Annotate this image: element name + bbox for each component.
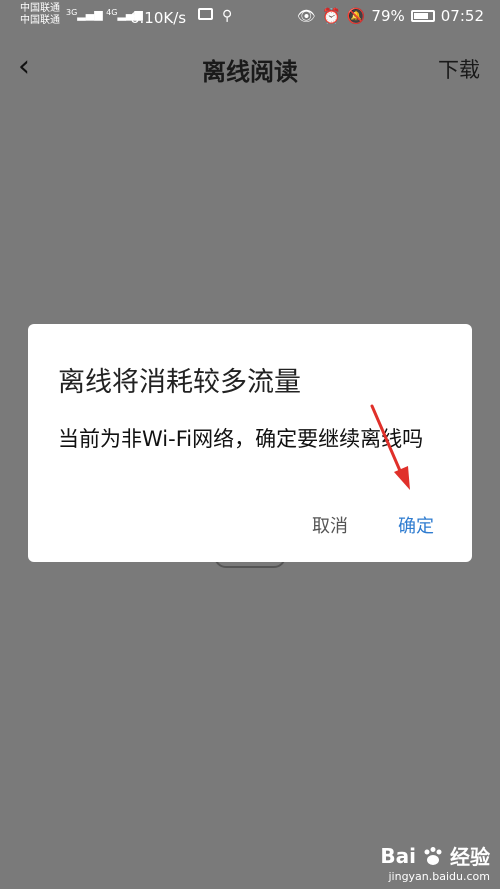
sync-icon: ⚲ xyxy=(222,8,233,24)
confirm-button[interactable]: 确定 xyxy=(398,512,434,538)
carrier-1: 中国联通 xyxy=(20,3,60,14)
paw-icon xyxy=(424,846,442,865)
network-2: 4G xyxy=(106,8,118,17)
mute-icon: 🔕 xyxy=(346,7,366,25)
battery-percent: 79% xyxy=(371,7,405,25)
watermark-brand-text: Bai xyxy=(380,843,416,868)
watermark-suffix: 经验 xyxy=(450,845,490,869)
page-title: 离线阅读 xyxy=(202,58,298,86)
title-bar: ‹ 离线阅读 下载 xyxy=(0,36,500,100)
briefcase-icon xyxy=(198,8,213,20)
carrier-2: 中国联通 xyxy=(20,15,60,26)
battery-icon xyxy=(410,10,435,22)
watermark-brand: Bai 经验 xyxy=(380,841,490,870)
watermark: Bai 经验 jingyan.baidu.com xyxy=(380,841,490,884)
download-button[interactable]: 下载 xyxy=(438,54,480,84)
network-speed: 6.10K/s xyxy=(130,9,187,27)
dialog-title: 离线将消耗较多流量 xyxy=(58,367,301,398)
cancel-button[interactable]: 取消 xyxy=(312,512,348,538)
eye-icon: 👁 xyxy=(297,7,317,25)
status-bar: 中国联通 中国联通 3G▂▄▆ 4G▂▄▆ 6.10K/s ⚲ 👁 ⏰ 🔕 79… xyxy=(0,0,500,36)
status-right: 👁 ⏰ 🔕 79% 07:52 xyxy=(297,7,484,25)
watermark-url: jingyan.baidu.com xyxy=(388,870,490,883)
clock: 07:52 xyxy=(440,7,484,25)
alarm-icon: ⏰ xyxy=(322,7,341,25)
network-1: 3G xyxy=(66,8,78,17)
battery-fill xyxy=(413,13,428,19)
carrier-labels: 中国联通 中国联通 xyxy=(20,3,60,27)
annotation-arrow-icon xyxy=(370,404,410,490)
